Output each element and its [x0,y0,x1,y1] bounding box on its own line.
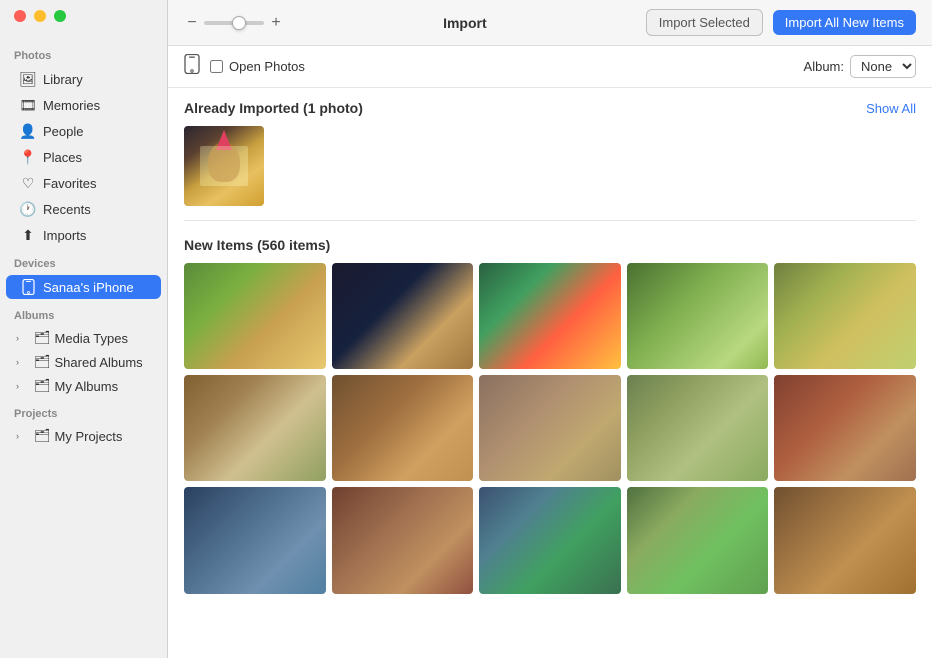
new-items-section: New Items (560 items) [184,237,916,594]
sidebar-item-label: People [43,124,83,139]
album-text-label: Album: [804,59,844,74]
imports-icon: ⬆ [20,227,36,243]
sidebar-group-label: My Albums [55,379,119,394]
close-button[interactable] [14,10,26,22]
sidebar-item-memories[interactable]: 🎞 Memories [6,93,161,117]
toolbar: − + Import Import Selected Import All Ne… [168,0,932,46]
photo-grid-item[interactable] [184,263,326,369]
photo-grid-item[interactable] [332,487,474,593]
photo-grid-item[interactable] [627,487,769,593]
sidebar-item-places[interactable]: 📍 Places [6,145,161,169]
show-all-link[interactable]: Show All [866,101,916,116]
library-icon: 🖼 [20,71,36,87]
chevron-right-icon: › [16,357,28,367]
photo-grid [184,263,916,594]
sidebar-group-shared-albums[interactable]: › 🗂 Shared Albums [6,351,161,373]
content-area: Already Imported (1 photo) Show All New … [168,88,932,658]
photo-grid-item[interactable] [479,263,621,369]
shared-albums-icon: 🗂 [34,354,51,370]
photo-grid-item[interactable] [774,375,916,481]
already-imported-grid [184,126,916,221]
zoom-controls: − + [184,15,284,31]
chevron-right-icon: › [16,333,28,343]
minimize-button[interactable] [34,10,46,22]
new-items-title: New Items (560 items) [184,237,330,253]
recents-icon: 🕐 [20,201,36,217]
sidebar-item-label: Imports [43,228,86,243]
sidebar: Photos 🖼 Library 🎞 Memories 👤 People 📍 P… [0,0,168,658]
memories-icon: 🎞 [20,97,36,113]
photo-grid-item[interactable] [479,487,621,593]
sidebar-item-label: Library [43,72,83,87]
media-types-icon: 🗂 [34,330,51,346]
sidebar-item-device[interactable]: Sanaa's iPhone [6,275,161,299]
sidebar-item-label: Memories [43,98,100,113]
albums-section-label: Albums [0,300,167,326]
sidebar-group-label: Shared Albums [55,355,143,370]
open-photos-check[interactable] [210,60,223,73]
device-label: Sanaa's iPhone [43,280,134,295]
devices-section-label: Devices [0,248,167,274]
chevron-right-icon: › [16,431,28,441]
photo-grid-item[interactable] [332,375,474,481]
zoom-slider[interactable] [204,21,264,25]
sidebar-item-label: Favorites [43,176,96,191]
chevron-right-icon: › [16,381,28,391]
open-photos-checkbox[interactable]: Open Photos [210,59,305,74]
sidebar-item-imports[interactable]: ⬆ Imports [6,223,161,247]
album-selector: Album: None [804,55,916,78]
already-imported-photo[interactable] [184,126,264,206]
photo-grid-item[interactable] [627,375,769,481]
maximize-button[interactable] [54,10,66,22]
sidebar-item-library[interactable]: 🖼 Library [6,67,161,91]
already-imported-title: Already Imported (1 photo) [184,100,363,116]
import-selected-button[interactable]: Import Selected [646,9,763,36]
photo-grid-item[interactable] [184,487,326,593]
photo-grid-item[interactable] [774,263,916,369]
my-albums-icon: 🗂 [34,378,51,394]
sidebar-item-favorites[interactable]: ♡ Favorites [6,171,161,195]
sidebar-item-recents[interactable]: 🕐 Recents [6,197,161,221]
sub-toolbar: Open Photos Album: None [168,46,932,88]
new-items-header: New Items (560 items) [184,237,916,253]
phone-icon [184,54,200,79]
sidebar-item-label: Recents [43,202,91,217]
photo-grid-item[interactable] [184,375,326,481]
window-controls [14,10,66,22]
sidebar-group-label: My Projects [55,429,123,444]
import-all-button[interactable]: Import All New Items [773,10,916,35]
my-projects-icon: 🗂 [34,428,51,444]
places-icon: 📍 [20,149,36,165]
zoom-out-button[interactable]: − [184,15,200,31]
sidebar-group-my-albums[interactable]: › 🗂 My Albums [6,375,161,397]
projects-section-label: Projects [0,398,167,424]
sidebar-group-label: Media Types [55,331,128,346]
zoom-in-button[interactable]: + [268,15,284,31]
people-icon: 👤 [20,123,36,139]
toolbar-title: Import [294,15,636,31]
sidebar-item-label: Places [43,150,82,165]
photo-grid-item[interactable] [774,487,916,593]
iphone-icon [20,279,36,295]
sidebar-item-people[interactable]: 👤 People [6,119,161,143]
album-select[interactable]: None [850,55,916,78]
photo-grid-item[interactable] [627,263,769,369]
sidebar-group-media-types[interactable]: › 🗂 Media Types [6,327,161,349]
zoom-slider-thumb [232,16,246,30]
sidebar-group-my-projects[interactable]: › 🗂 My Projects [6,425,161,447]
favorites-icon: ♡ [20,175,36,191]
open-photos-label: Open Photos [229,59,305,74]
photo-grid-item[interactable] [332,263,474,369]
photos-section-label: Photos [0,40,167,66]
photo-grid-item[interactable] [479,375,621,481]
main-content: − + Import Import Selected Import All Ne… [168,0,932,658]
already-imported-header: Already Imported (1 photo) Show All [184,100,916,116]
